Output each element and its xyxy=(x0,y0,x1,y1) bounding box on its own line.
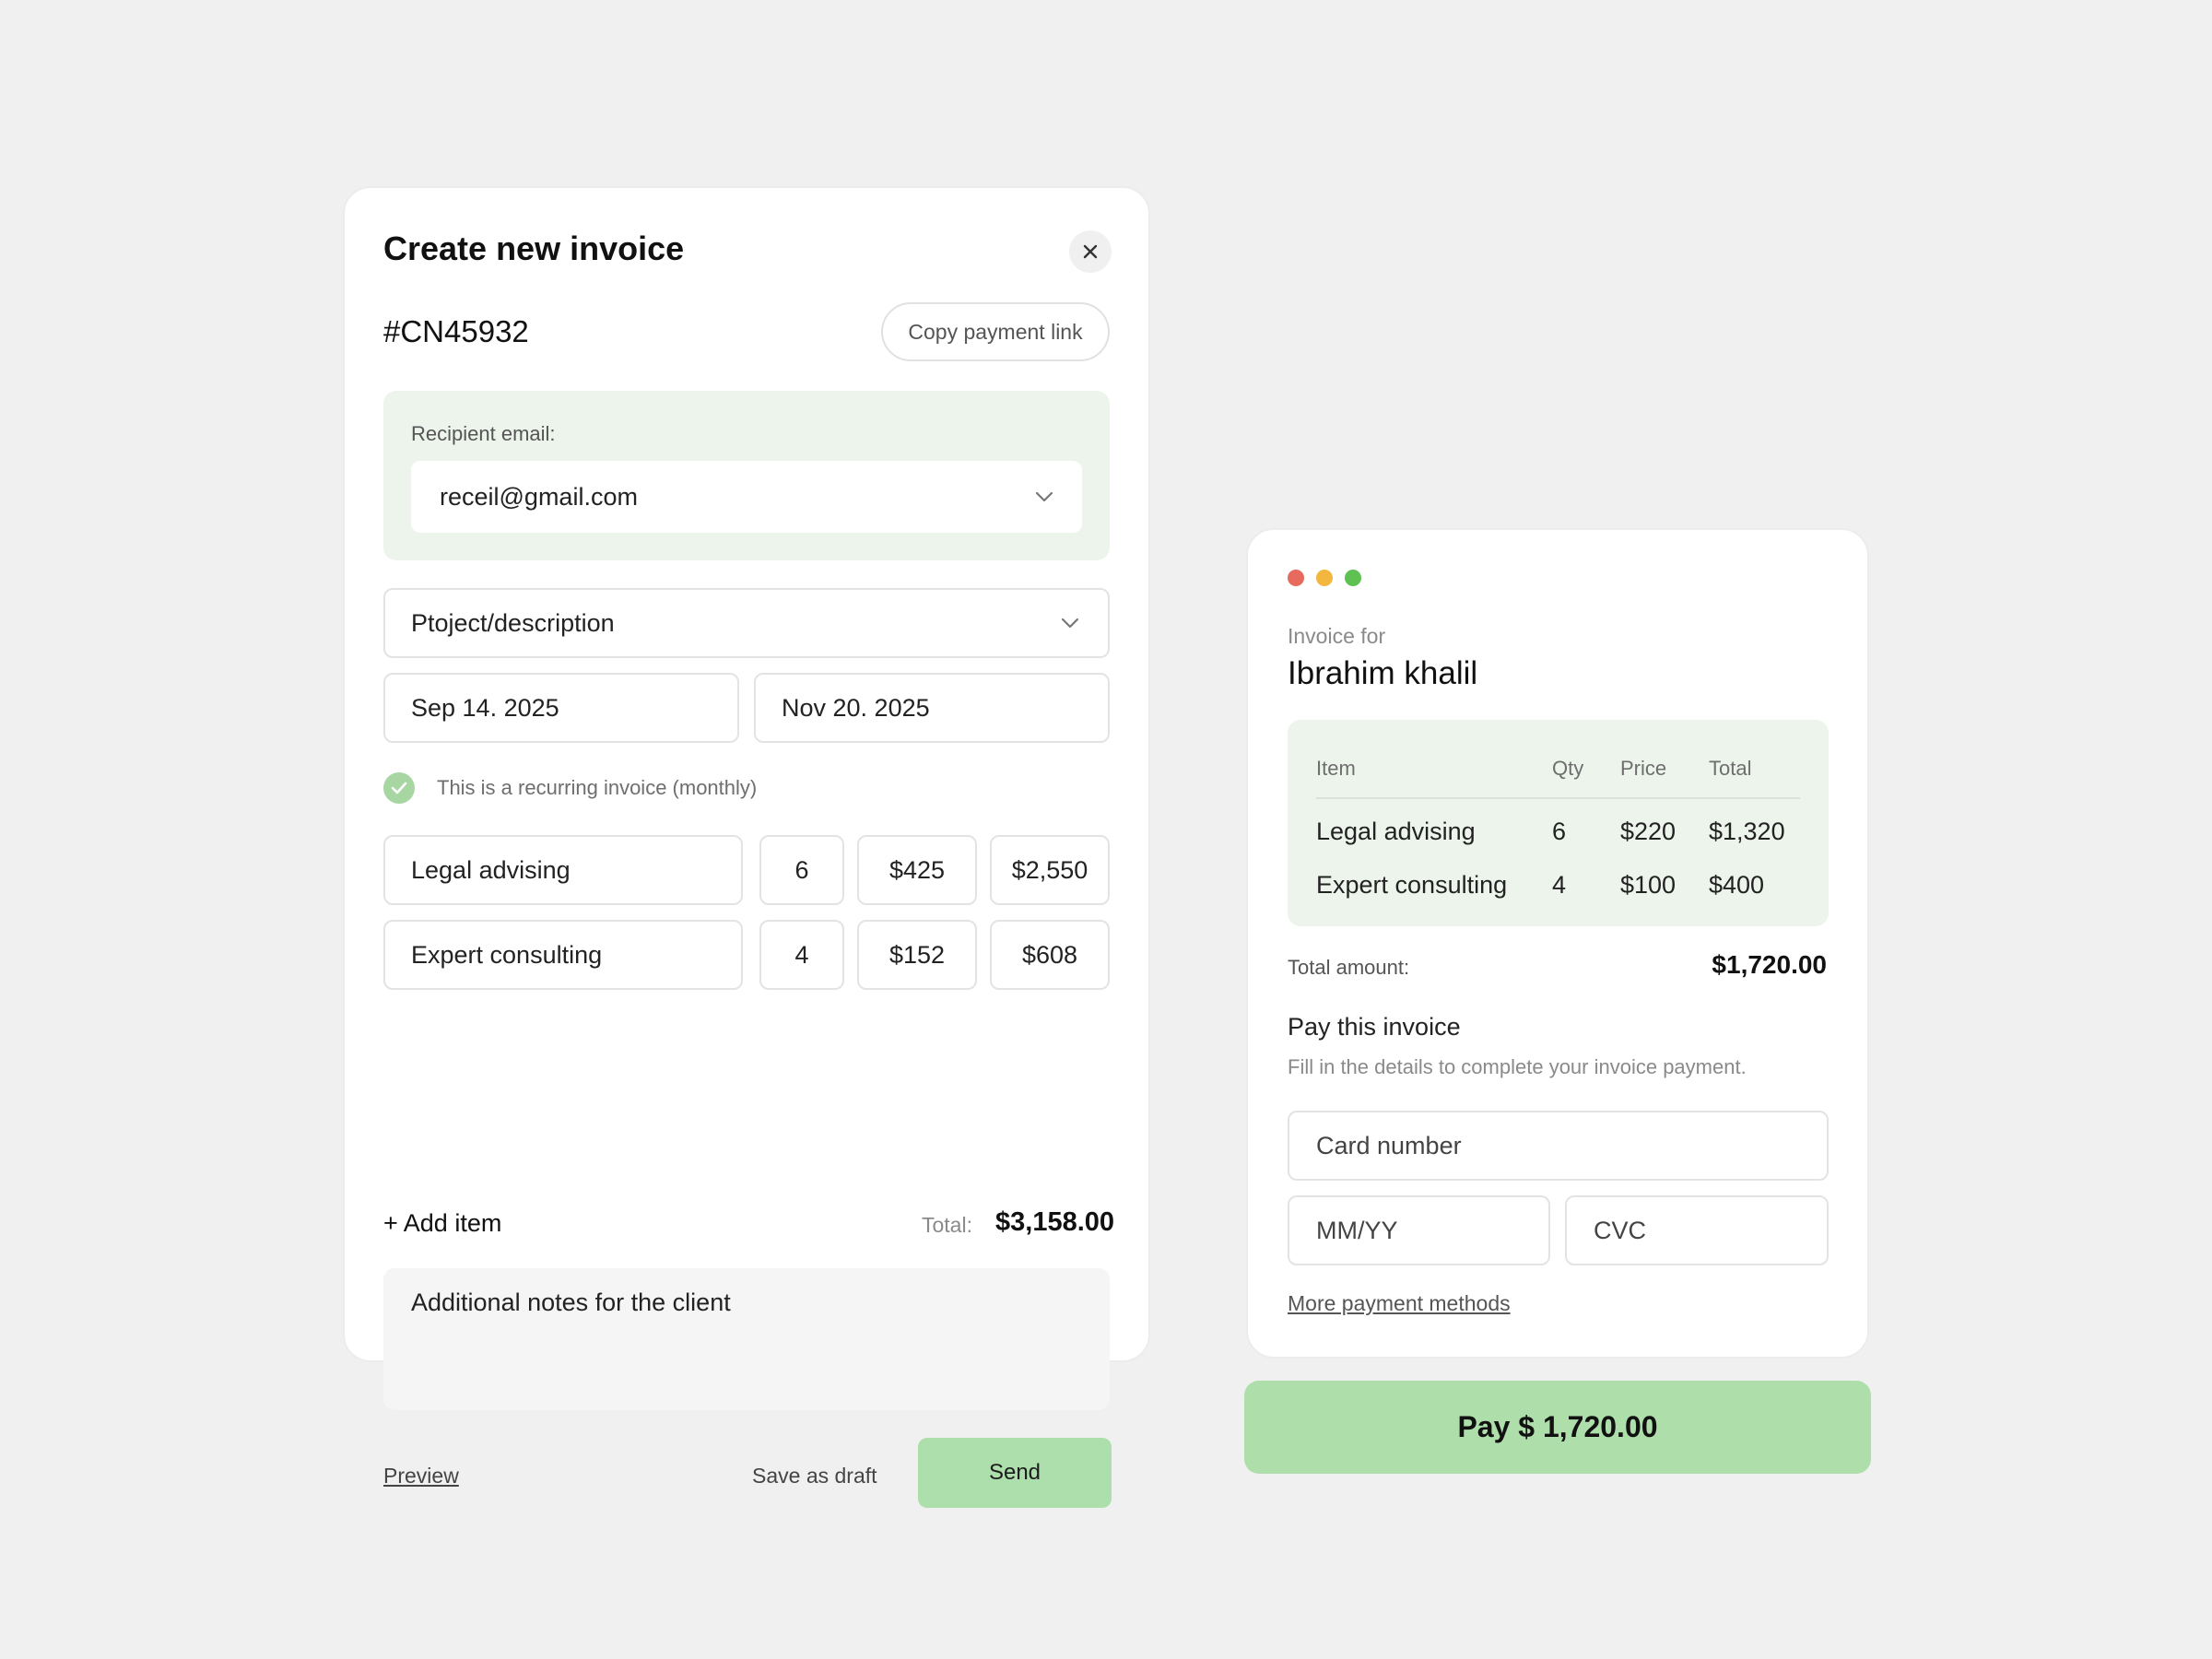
save-draft-button[interactable]: Save as draft xyxy=(752,1464,877,1488)
card-number-input[interactable]: Card number xyxy=(1288,1111,1829,1181)
cvc-input[interactable]: CVC xyxy=(1565,1195,1829,1265)
chevron-down-icon xyxy=(1035,491,1053,502)
start-date-field[interactable]: Sep 14. 2025 xyxy=(383,673,739,743)
table-cell-price: $100 xyxy=(1620,871,1677,899)
item-name-input[interactable]: Expert consulting xyxy=(383,920,743,990)
send-button[interactable]: Send xyxy=(918,1438,1112,1508)
total-amount-value: $1,720.00 xyxy=(1712,950,1827,979)
recurring-label: This is a recurring invoice (monthly) xyxy=(437,776,758,799)
more-payment-methods-link[interactable]: More payment methods xyxy=(1288,1291,1511,1316)
notes-textarea[interactable]: Additional notes for the client xyxy=(383,1268,1110,1410)
close-icon xyxy=(1083,244,1098,259)
pay-button[interactable]: Pay $ 1,720.00 xyxy=(1244,1381,1871,1474)
table-cell-qty: 6 xyxy=(1552,818,1567,845)
create-invoice-card: Create new invoice #CN45932 Copy payment… xyxy=(343,186,1150,1508)
invoice-for-label: Invoice for xyxy=(1288,624,1386,648)
recipient-email-select[interactable]: receil@gmail.com xyxy=(411,461,1082,533)
recurring-checkbox[interactable]: This is a recurring invoice (monthly) xyxy=(383,772,757,804)
table-divider xyxy=(1316,797,1800,799)
close-button[interactable] xyxy=(1069,230,1112,273)
item-name-input[interactable]: Legal advising xyxy=(383,835,743,905)
table-cell-price: $220 xyxy=(1620,818,1677,845)
window-minimize-dot xyxy=(1316,570,1333,586)
client-name: Ibrahim khalil xyxy=(1288,655,1478,691)
window-close-dot xyxy=(1288,570,1304,586)
table-cell-item: Legal advising xyxy=(1316,818,1476,845)
total-label: Total: xyxy=(922,1213,972,1237)
check-icon xyxy=(383,772,415,804)
recipient-email-value: receil@gmail.com xyxy=(440,482,638,511)
pay-invoice-card: Invoice for Ibrahim khalil Item Qty Pric… xyxy=(1246,528,1869,1359)
total-amount-label: Total amount: xyxy=(1288,956,1410,979)
item-price-input[interactable]: $425 xyxy=(857,835,977,905)
item-total-field[interactable]: $2,550 xyxy=(990,835,1110,905)
table-cell-total: $1,320 xyxy=(1709,818,1785,845)
pay-invoice-title: Pay this invoice xyxy=(1288,1013,1461,1041)
create-invoice-title: Create new invoice xyxy=(383,229,685,267)
item-price-input[interactable]: $152 xyxy=(857,920,977,990)
table-cell-total: $400 xyxy=(1709,871,1765,899)
chevron-down-icon xyxy=(1061,618,1079,629)
invoice-number: #CN45932 xyxy=(383,314,529,348)
item-total-field[interactable]: $608 xyxy=(990,920,1110,990)
total-value: $3,158.00 xyxy=(995,1207,1115,1237)
project-description-select[interactable]: Ptoject/description xyxy=(383,588,1110,658)
recipient-section: Recipient email: receil@gmail.com xyxy=(383,391,1110,560)
copy-payment-link-button[interactable]: Copy payment link xyxy=(881,302,1110,361)
item-qty-input[interactable]: 6 xyxy=(759,835,844,905)
recipient-email-label: Recipient email: xyxy=(411,422,556,445)
pay-invoice-subtitle: Fill in the details to complete your inv… xyxy=(1288,1055,1747,1078)
column-header-item: Item xyxy=(1316,757,1356,780)
table-cell-item: Expert consulting xyxy=(1316,871,1508,899)
column-header-price: Price xyxy=(1620,757,1667,780)
expiry-input[interactable]: MM/YY xyxy=(1288,1195,1550,1265)
table-cell-qty: 4 xyxy=(1552,871,1567,899)
add-item-button[interactable]: + Add item xyxy=(383,1209,501,1238)
item-qty-input[interactable]: 4 xyxy=(759,920,844,990)
preview-link[interactable]: Preview xyxy=(383,1464,459,1488)
end-date-field[interactable]: Nov 20. 2025 xyxy=(754,673,1110,743)
project-description-value: Ptoject/description xyxy=(411,608,615,637)
column-header-total: Total xyxy=(1709,757,1752,780)
window-maximize-dot xyxy=(1345,570,1361,586)
invoice-items-table: Item Qty Price Total Legal advising 6 $2… xyxy=(1288,720,1829,926)
column-header-qty: Qty xyxy=(1552,757,1584,780)
